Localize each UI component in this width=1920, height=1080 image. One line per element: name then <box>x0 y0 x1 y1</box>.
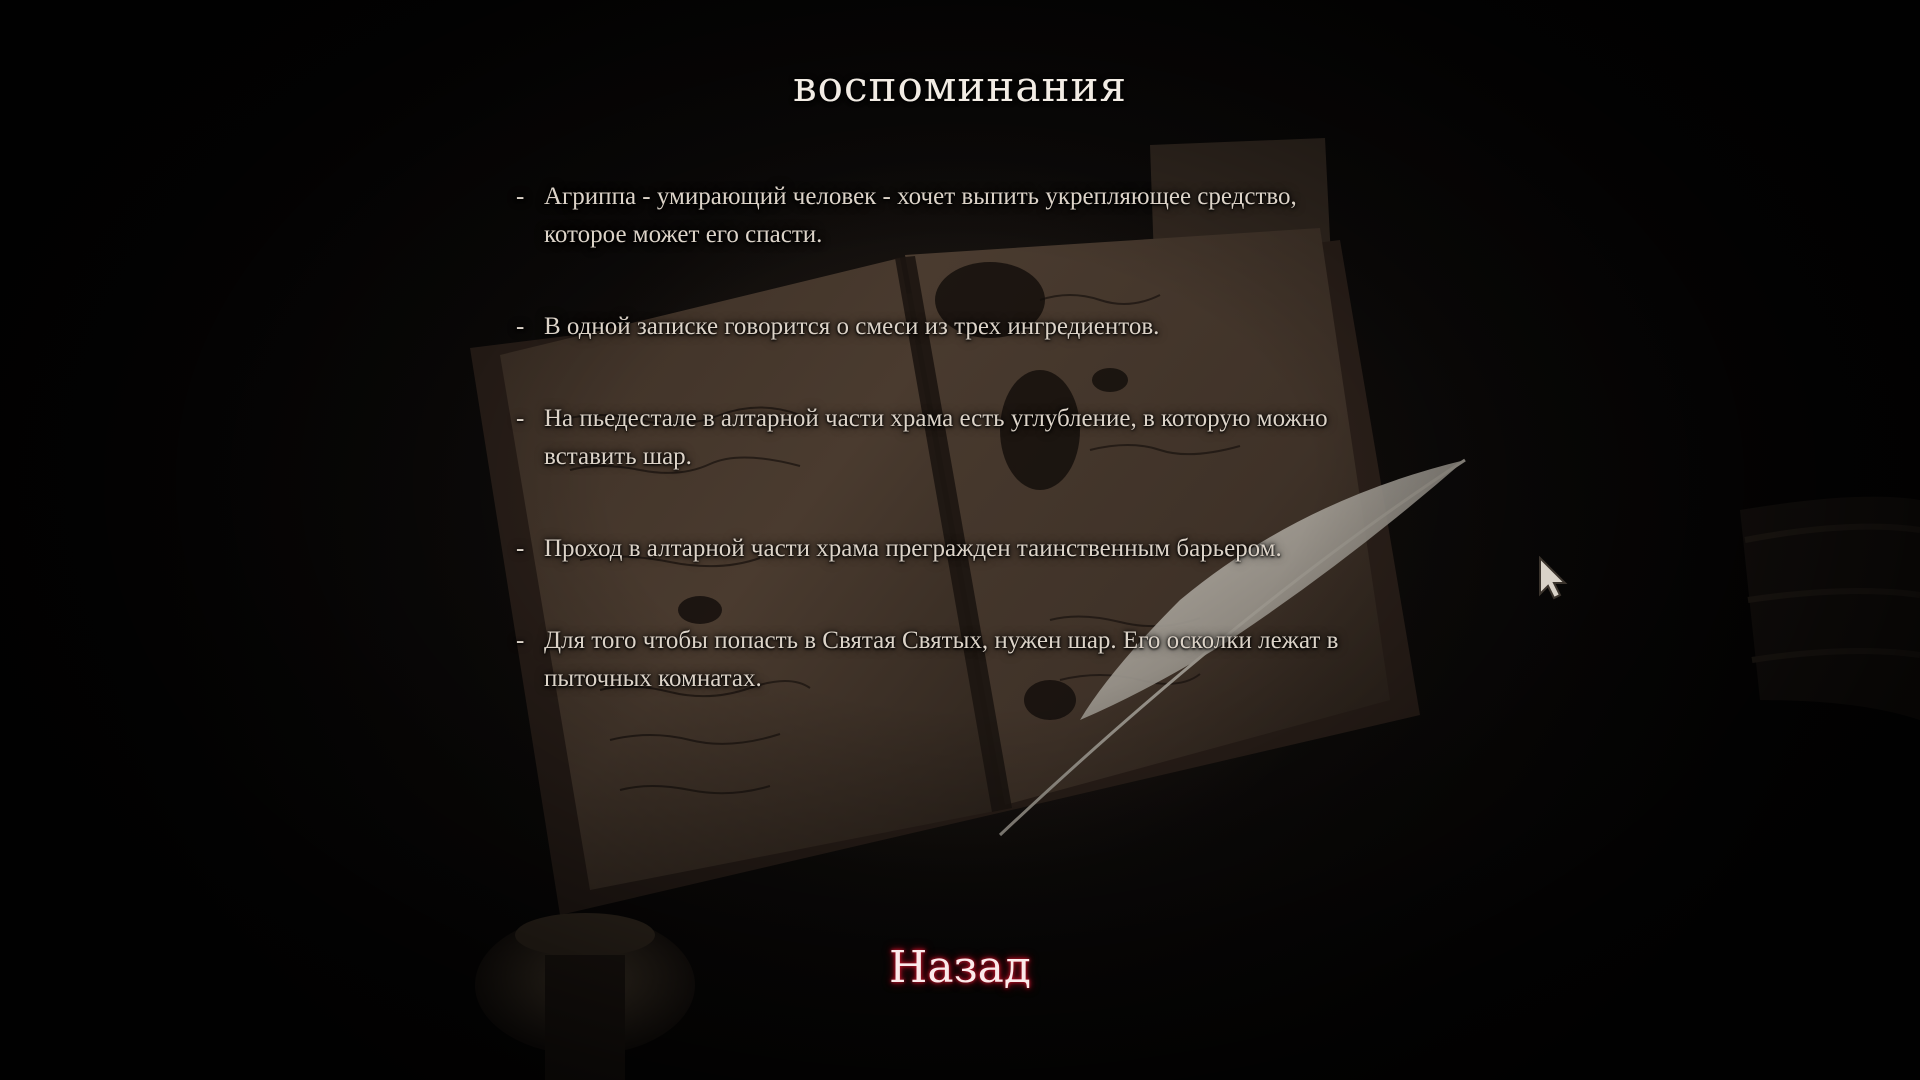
list-item: - В одной записке говорится о смеси из т… <box>516 308 1376 346</box>
bullet-dash: - <box>516 535 525 562</box>
list-item: - Для того чтобы попасть в Святая Святых… <box>516 622 1376 698</box>
barrel-decoration <box>1740 496 1920 720</box>
memory-text: Проход в алтарной части храма прегражден… <box>544 535 1282 562</box>
page-title: воспоминания <box>793 62 1127 111</box>
bullet-dash: - <box>516 183 525 210</box>
memory-text: На пьедестале в алтарной части храма ест… <box>544 405 1328 470</box>
bullet-dash: - <box>516 627 525 654</box>
bullet-dash: - <box>516 405 525 432</box>
list-item: - Агриппа - умирающий человек - хочет вы… <box>516 178 1376 254</box>
list-item: - Проход в алтарной части храма прегражд… <box>516 530 1376 568</box>
memory-text: Агриппа - умирающий человек - хочет выпи… <box>544 183 1297 248</box>
memories-screen: воспоминания - Агриппа - умирающий челов… <box>0 0 1920 1080</box>
back-button[interactable]: Назад <box>860 942 1060 993</box>
bullet-dash: - <box>516 313 525 340</box>
memory-text: Для того чтобы попасть в Святая Святых, … <box>544 627 1339 692</box>
memory-text: В одной записке говорится о смеси из тре… <box>544 313 1160 340</box>
memories-list: - Агриппа - умирающий человек - хочет вы… <box>516 178 1376 698</box>
list-item: - На пьедестале в алтарной части храма е… <box>516 400 1376 476</box>
inkwell-decoration <box>475 913 695 1080</box>
cursor-arrow-icon <box>1539 556 1568 600</box>
